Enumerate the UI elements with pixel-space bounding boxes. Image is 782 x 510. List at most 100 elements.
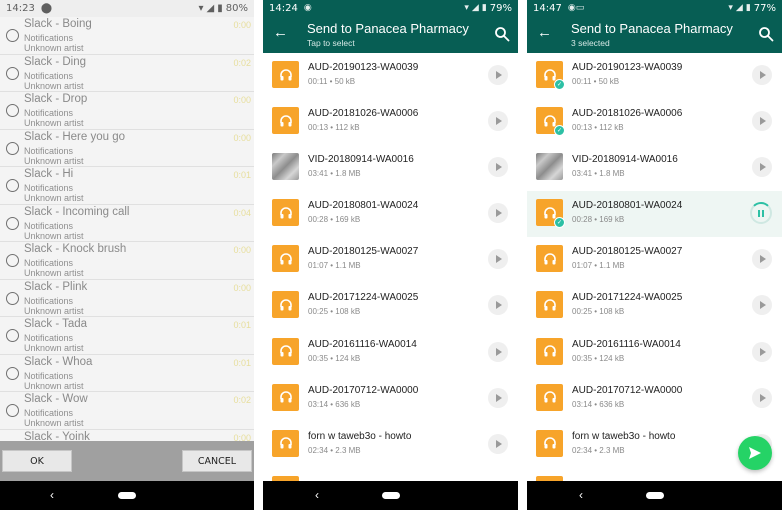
- notification-icon: ⬤: [40, 3, 53, 14]
- file-row[interactable]: AUD-20161116-WA0014 00:35 • 124 kB: [263, 329, 518, 376]
- wifi-icon: ▾: [728, 3, 733, 13]
- nav-home-icon[interactable]: [118, 492, 136, 499]
- audio-thumbnail: [536, 245, 563, 273]
- play-icon[interactable]: [752, 111, 772, 132]
- file-meta: 00:25 • 108 kB: [572, 307, 625, 317]
- headphones-icon: [543, 345, 556, 357]
- radio-button[interactable]: [6, 141, 19, 155]
- play-icon[interactable]: [488, 387, 508, 408]
- radio-button[interactable]: [6, 404, 19, 417]
- file-meta: 00:28 • 169 kB: [308, 215, 361, 225]
- file-row[interactable]: AUD-20170712-WA0000 03:14 • 636 kB: [527, 375, 782, 422]
- file-row[interactable]: ✓ AUD-20180801-WA0024 00:28 • 169 kB: [527, 191, 782, 238]
- ringtone-item[interactable]: Slack - Tada Notifications Unknown artist 0…: [0, 317, 254, 355]
- cancel-button[interactable]: CANCEL: [182, 450, 252, 472]
- play-icon[interactable]: [488, 433, 508, 454]
- play-icon[interactable]: [752, 341, 772, 362]
- play-icon[interactable]: [488, 111, 508, 132]
- arrow-left-icon[interactable]: ←: [273, 24, 288, 41]
- search-icon[interactable]: [758, 25, 774, 43]
- radio-button[interactable]: [6, 254, 19, 267]
- nav-back-icon[interactable]: ‹: [50, 488, 54, 502]
- ringtone-item[interactable]: Slack - Incoming call Notifications Unknow…: [0, 205, 254, 242]
- file-meta: 00:28 • 169 kB: [572, 215, 625, 225]
- radio-button[interactable]: [6, 104, 19, 117]
- ringtone-item[interactable]: Slack - Wow Notifications Unknown artist 0:…: [0, 392, 254, 430]
- file-row[interactable]: AUD-20161116-WA0014 00:35 • 124 kB: [527, 329, 782, 376]
- file-row[interactable]: VID-20180914-WA0016 03:41 • 1.8 MB: [263, 145, 518, 192]
- file-row[interactable]: AUD-20181026-WA0006 00:13 • 112 kB: [263, 99, 518, 146]
- nav-back-icon[interactable]: ‹: [579, 488, 583, 502]
- ringtone-item[interactable]: Slack - Plink Notifications Unknown artist…: [0, 280, 254, 317]
- headphones-icon: [279, 68, 292, 80]
- play-icon[interactable]: [488, 295, 508, 316]
- audio-file-list[interactable]: AUD-20190123-WA0039 00:11 • 50 kB AUD-2018…: [263, 53, 518, 481]
- audio-file-list[interactable]: ✓ AUD-20190123-WA0039 00:11 • 50 kB ✓ AUD-20…: [527, 53, 782, 481]
- send-button[interactable]: [738, 436, 772, 470]
- radio-button[interactable]: [6, 366, 19, 380]
- ringtone-item[interactable]: Slack - Here you go Notifications Unknown …: [0, 130, 254, 167]
- search-icon[interactable]: [494, 25, 510, 43]
- arrow-left-icon[interactable]: ←: [537, 24, 552, 41]
- ringtone-duration: 0:00: [233, 132, 251, 143]
- radio-button[interactable]: [6, 66, 19, 80]
- battery-level: 77%: [753, 2, 776, 14]
- radio-button[interactable]: [6, 179, 19, 192]
- play-icon[interactable]: [752, 387, 772, 408]
- audio-thumbnail: [536, 291, 563, 319]
- file-name: AUD-20180125-WA0027: [572, 246, 683, 258]
- video-thumbnail: [536, 153, 563, 181]
- file-name: AUD-20181026-WA0006: [572, 108, 683, 120]
- nav-back-icon[interactable]: ‹: [315, 488, 319, 502]
- file-row[interactable]: AUD-20171224-WA0025 00:25 • 108 kB: [527, 283, 782, 330]
- file-row[interactable]: forn w taweb3o - howto 02:34 • 2.3 MB: [263, 421, 518, 468]
- ringtone-item[interactable]: Slack - Drop Notifications Unknown artist 0…: [0, 92, 254, 130]
- ringtone-duration: 0:01: [233, 170, 251, 180]
- play-icon[interactable]: [752, 65, 772, 85]
- radio-button[interactable]: [6, 216, 19, 230]
- audio-thumbnail: [536, 429, 563, 457]
- file-row[interactable]: AUD-20170712-WA0000 03:14 • 636 kB: [263, 375, 518, 422]
- file-row[interactable]: ✓ AUD-20181026-WA0006 00:13 • 112 kB: [527, 99, 782, 146]
- play-icon[interactable]: [488, 341, 508, 362]
- file-name: AUD-20161116-WA0014: [572, 338, 681, 350]
- ok-button[interactable]: OK: [2, 450, 72, 472]
- ringtone-item[interactable]: Slack - Boing Notifications Unknown artist…: [0, 17, 254, 55]
- play-icon[interactable]: [488, 157, 508, 178]
- navigation-bar: ‹: [527, 481, 782, 510]
- file-row[interactable]: AUD-20180801-WA0024 00:28 • 169 kB: [263, 191, 518, 238]
- nav-home-icon[interactable]: [646, 492, 664, 499]
- file-row[interactable]: ✓ AUD-20190123-WA0039 00:11 • 50 kB: [527, 53, 782, 100]
- nav-home-icon[interactable]: [382, 492, 400, 499]
- file-row[interactable]: AUD-20180125-WA0027 01:07 • 1.1 MB: [263, 237, 518, 284]
- play-icon[interactable]: [752, 295, 772, 316]
- file-row[interactable]: VID-20180914-WA0016 03:41 • 1.8 MB: [527, 145, 782, 192]
- ringtone-list[interactable]: Slack - Boing Notifications Unknown artist…: [0, 17, 254, 441]
- radio-button[interactable]: [6, 29, 19, 42]
- ringtone-item[interactable]: Slack - Hi Notifications Unknown artist 0:0…: [0, 167, 254, 205]
- ringtone-title: Slack - Hi: [24, 168, 74, 180]
- ringtone-duration: 0:00: [233, 245, 251, 255]
- app-header: ← Send to Panacea Pharmacy 3 selected: [527, 16, 782, 53]
- status-icons: ▾ ◢ ▮ 79%: [464, 3, 512, 14]
- file-name: AUD-20180801-WA0024: [308, 200, 419, 212]
- radio-button[interactable]: [6, 291, 19, 305]
- file-meta: 03:41 • 1.8 MB: [308, 169, 361, 179]
- play-icon[interactable]: [488, 65, 508, 85]
- play-icon[interactable]: [752, 249, 772, 270]
- pause-icon[interactable]: [750, 202, 772, 225]
- ringtone-item[interactable]: Slack - Yoink 0:00: [0, 430, 254, 442]
- ringtone-item[interactable]: Slack - Knock brush Notifications Unknown …: [0, 242, 254, 280]
- radio-button[interactable]: [6, 329, 19, 342]
- ringtone-item[interactable]: Slack - Whoa Notifications Unknown artist 0…: [0, 355, 254, 392]
- file-row[interactable]: AUD-20171224-WA0025 00:25 • 108 kB: [263, 283, 518, 330]
- status-time: 14:47: [533, 2, 562, 14]
- play-icon[interactable]: [488, 203, 508, 224]
- ringtone-item[interactable]: Slack - Ding Notifications Unknown artist 0…: [0, 55, 254, 92]
- ringtone-artist: Unknown artist: [24, 268, 84, 278]
- file-row[interactable]: AUD-20190123-WA0039 00:11 • 50 kB: [263, 53, 518, 100]
- audio-thumbnail: [272, 291, 299, 319]
- play-icon[interactable]: [752, 157, 772, 178]
- play-icon[interactable]: [488, 249, 508, 270]
- file-row[interactable]: AUD-20180125-WA0027 01:07 • 1.1 MB: [527, 237, 782, 284]
